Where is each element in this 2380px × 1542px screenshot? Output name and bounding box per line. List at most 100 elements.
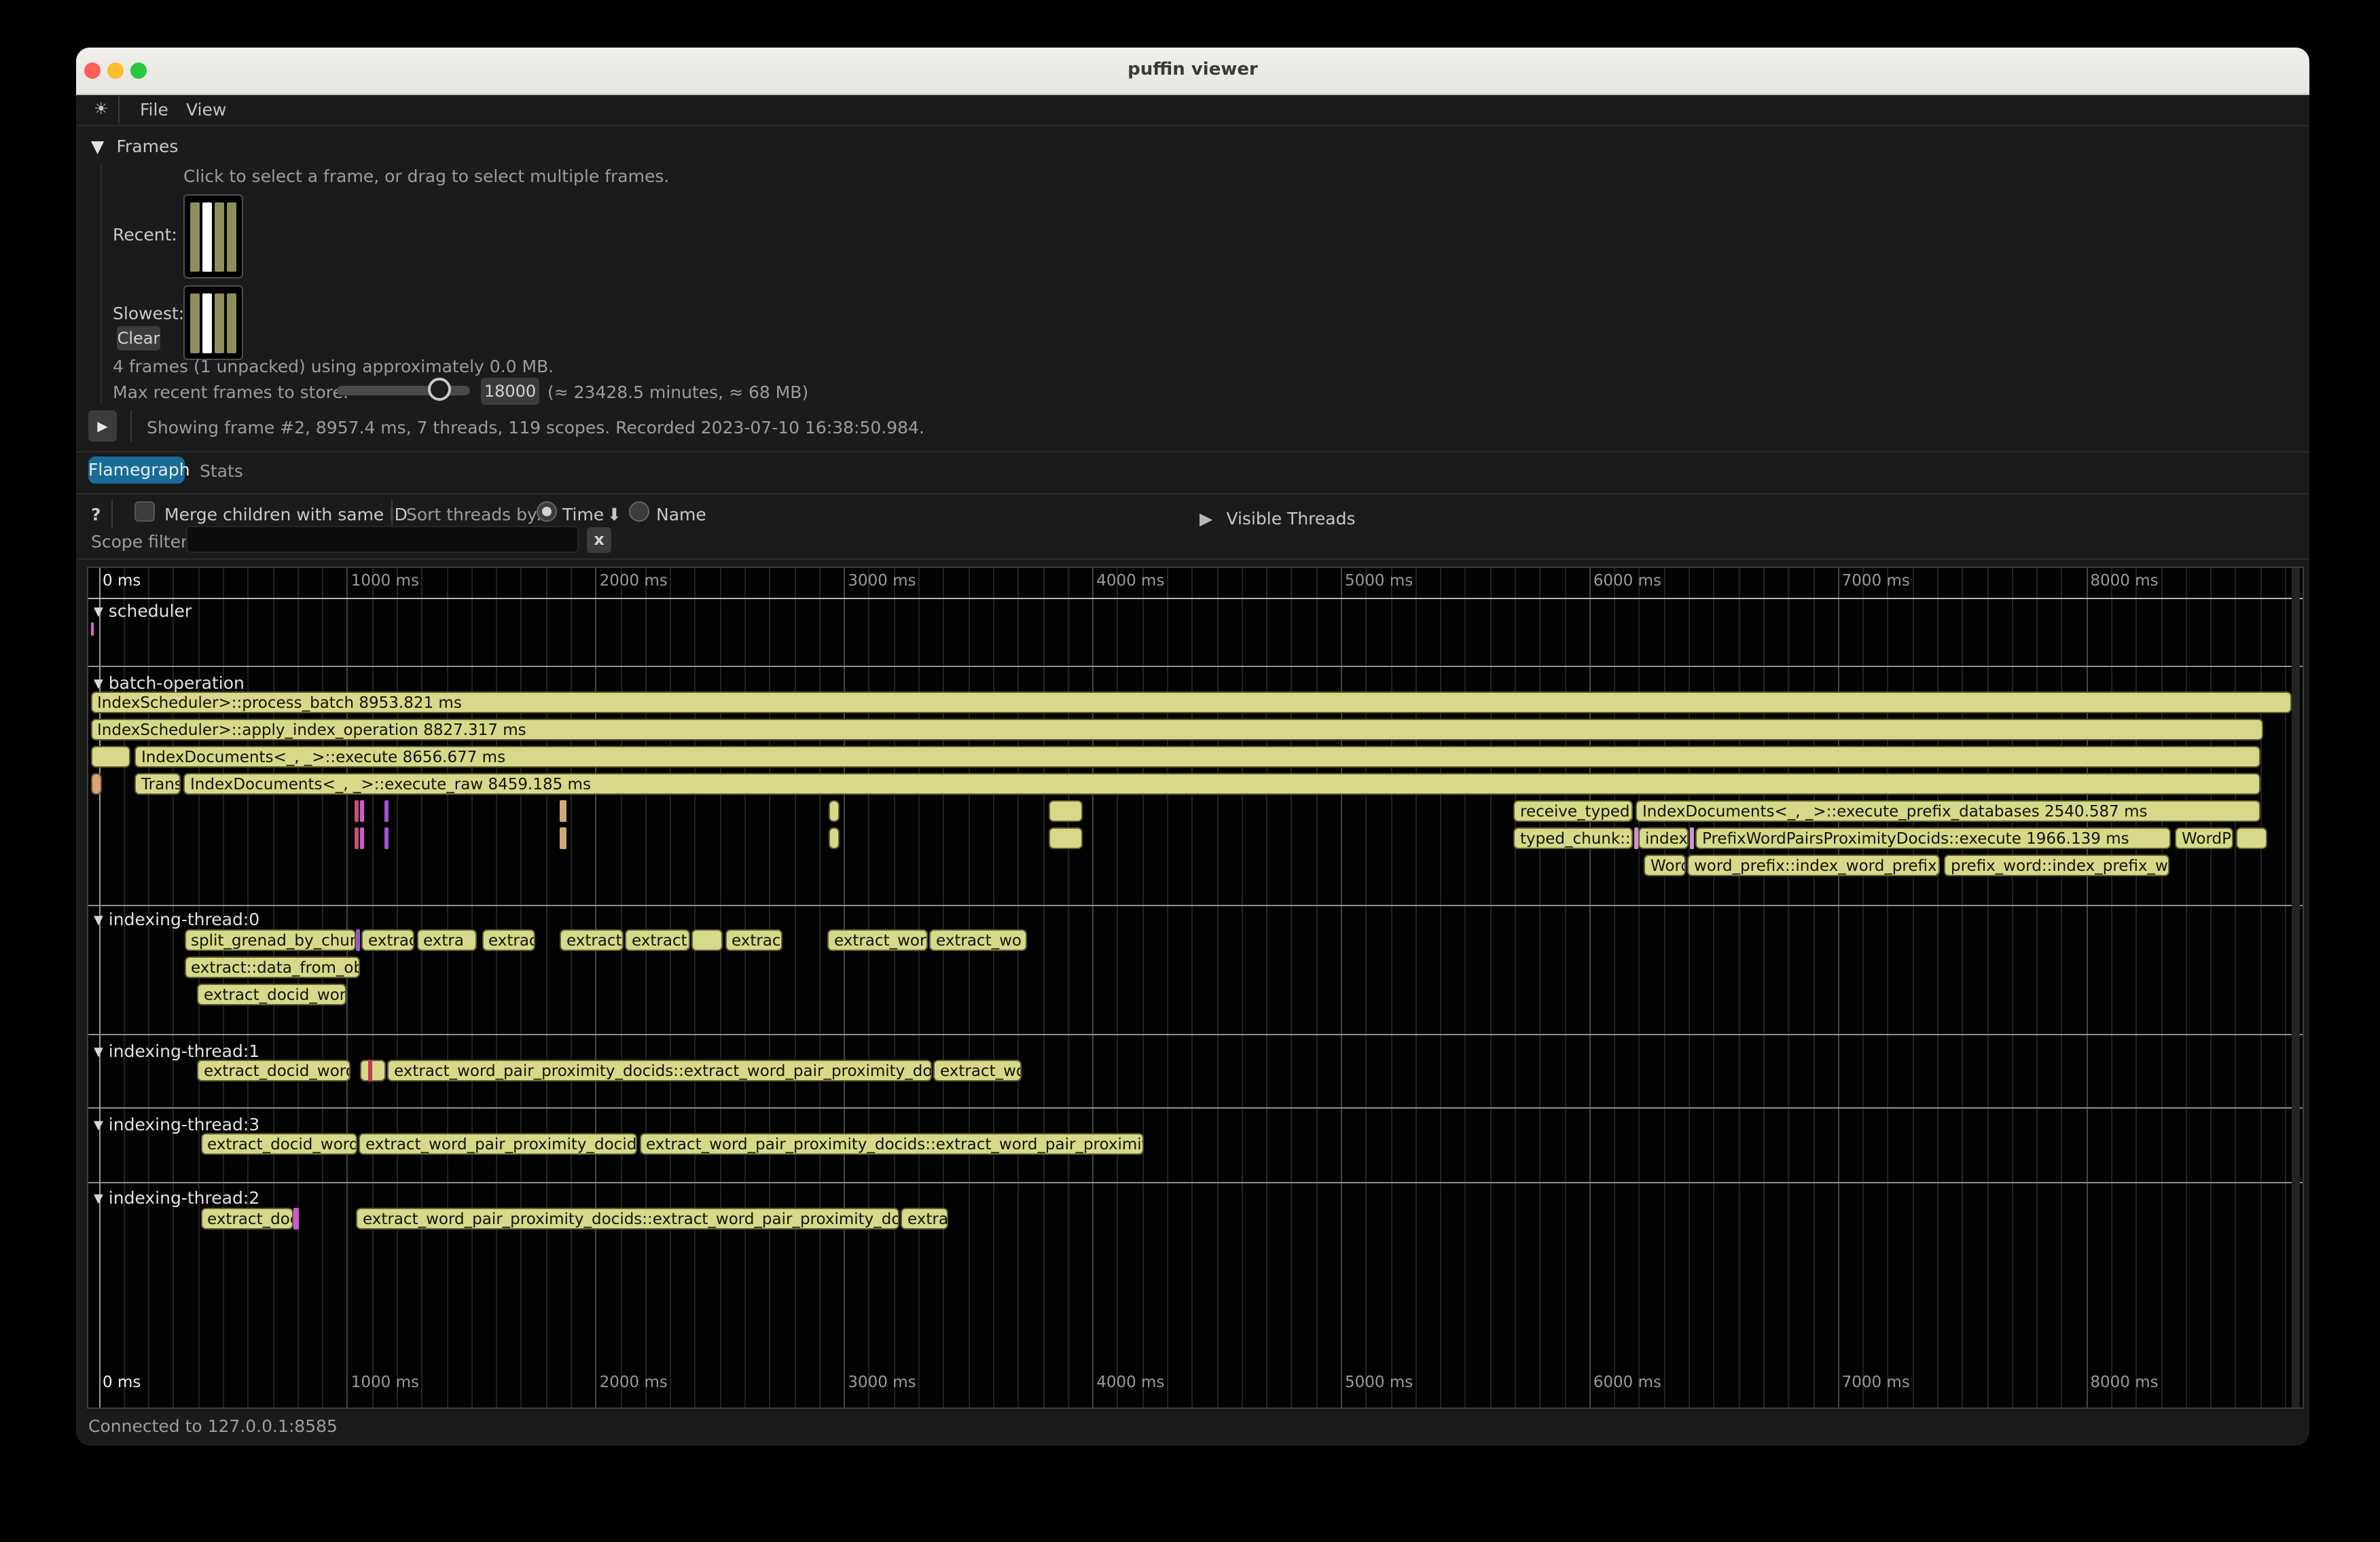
scope-filter-clear-button[interactable]: x — [587, 527, 611, 553]
sort-direction-arrow-icon[interactable]: ⬇ — [607, 504, 621, 524]
collapse-triangle-icon: ▼ — [94, 678, 103, 692]
scope-bar[interactable] — [384, 827, 389, 849]
frame-preview-bar[interactable] — [227, 293, 236, 353]
thread-header[interactable]: ▼ indexing-thread:1 — [94, 1041, 259, 1061]
scope-bar[interactable] — [90, 746, 130, 768]
scope-bar[interactable] — [1049, 827, 1082, 849]
slider-knob[interactable] — [428, 378, 451, 401]
scope-bar[interactable] — [90, 773, 102, 795]
clear-button[interactable]: Clear — [117, 326, 160, 351]
scope-bar[interactable] — [1049, 800, 1082, 822]
tab-flamegraph[interactable]: Flamegraph — [88, 456, 185, 484]
scope-bar[interactable]: typed_chunk::w — [1513, 827, 1633, 849]
recent-frames-thumbnail[interactable] — [183, 194, 243, 279]
scope-bar[interactable] — [1634, 827, 1638, 849]
theme-sun-icon[interactable]: ☀ — [94, 99, 109, 118]
scope-bar[interactable]: extract_docid_word — [200, 1133, 357, 1155]
scope-bar[interactable]: extract_docid_word — [197, 1060, 350, 1081]
scope-bar[interactable] — [1690, 827, 1693, 849]
scope-bar[interactable]: extract_word_pair_proximity_docids::extr… — [387, 1060, 931, 1081]
scope-bar[interactable]: IndexDocuments<_, _>::execute_raw 8459.1… — [183, 773, 2260, 795]
scope-bar[interactable] — [355, 827, 358, 849]
scope-bar[interactable]: extract_docid_word — [197, 984, 346, 1005]
scope-bar[interactable] — [359, 827, 364, 849]
scope-bar[interactable]: word_prefix::index_word_prefix_ — [1687, 855, 1940, 876]
merge-children-checkbox[interactable] — [134, 501, 155, 522]
frame-preview-bar[interactable] — [190, 293, 200, 353]
separator — [76, 493, 2309, 495]
scope-bar[interactable]: extract_doc — [200, 1208, 293, 1230]
scope-bar[interactable] — [90, 622, 94, 636]
scope-bar[interactable]: IndexScheduler>::process_batch 8953.821 … — [90, 692, 2292, 713]
scope-bar[interactable]: split_grenad_by_chun — [184, 929, 355, 951]
scope-bar[interactable]: extract_ — [625, 929, 689, 951]
scope-bar[interactable]: extract_word_pair_proximity_docids::extr… — [356, 1208, 899, 1230]
scope-bar[interactable] — [2236, 827, 2267, 849]
scope-bar[interactable]: receive_typed_ — [1513, 800, 1633, 822]
scope-bar[interactable]: PrefixWordPairsProximityDocids::execute … — [1695, 827, 2171, 849]
frame-preview-bar[interactable] — [215, 202, 224, 272]
scope-bar[interactable] — [359, 1060, 385, 1081]
help-button[interactable]: ? — [91, 504, 101, 524]
scope-bar[interactable]: extra — [416, 929, 477, 951]
flamegraph-canvas[interactable]: ▼ scheduler▼ batch-operationIndexSchedul… — [87, 567, 2304, 1409]
max-frames-value[interactable]: 18000 — [481, 378, 539, 405]
scope-bar[interactable] — [368, 1060, 372, 1081]
scope-bar[interactable]: extrac — [901, 1208, 948, 1230]
scope-filter-input[interactable] — [186, 526, 579, 553]
scope-bar[interactable]: extrac — [482, 929, 535, 951]
scope-bar[interactable]: IndexScheduler>::apply_index_operation 8… — [90, 719, 2263, 740]
menu-item-view[interactable]: View — [186, 99, 226, 120]
scope-bar[interactable] — [829, 800, 839, 822]
tab-stats[interactable]: Stats — [200, 461, 243, 481]
scrollbar[interactable] — [2292, 568, 2300, 1407]
visible-threads-header[interactable]: ▶ Visible Threads — [1200, 504, 1356, 530]
play-button[interactable]: ▶ — [88, 410, 117, 442]
scope-bar[interactable]: WordPr — [2175, 827, 2233, 849]
scope-bar[interactable] — [829, 827, 839, 849]
title-bar[interactable]: puffin viewer — [76, 48, 2309, 95]
thread-header[interactable]: ▼ batch-operation — [94, 673, 245, 693]
scope-bar[interactable]: prefix_word::index_prefix_wo — [1944, 855, 2169, 876]
frame-preview-bar[interactable] — [190, 202, 200, 272]
scope-bar[interactable] — [560, 827, 566, 849]
menu-item-file[interactable]: File — [140, 99, 168, 120]
scope-bar[interactable]: extract::data_from_ob — [184, 956, 359, 978]
slowest-frames-thumbnail[interactable] — [183, 285, 243, 360]
scope-bar[interactable]: IndexDocuments<_, _>::execute_prefix_dat… — [1636, 800, 2260, 822]
scope-bar[interactable]: extract_word — [827, 929, 927, 951]
ruler-tick-label: 7000 ms — [1842, 1372, 1910, 1391]
scope-bar[interactable] — [355, 800, 358, 822]
thread-header[interactable]: ▼ indexing-thread:2 — [94, 1187, 259, 1208]
frame-preview-bar[interactable] — [202, 293, 212, 353]
thread-header[interactable]: ▼ indexing-thread:0 — [94, 909, 259, 929]
scope-bar[interactable]: extract_word_pair_proximity_docids — [359, 1133, 637, 1155]
frame-preview-bar[interactable] — [202, 202, 212, 272]
frames-section-header[interactable]: ▼ Frames — [91, 132, 178, 158]
frame-preview-bar[interactable] — [215, 293, 224, 353]
frame-info-text: Showing frame #2, 8957.4 ms, 7 threads, … — [147, 417, 924, 437]
scope-bar[interactable]: extract_wo — [929, 929, 1026, 951]
thread-name: indexing-thread:0 — [103, 909, 259, 929]
sort-time-radio[interactable] — [537, 501, 557, 522]
scope-bar[interactable]: Word — [1644, 855, 1686, 876]
scope-bar[interactable]: index — [1638, 827, 1689, 849]
scope-bar[interactable] — [359, 800, 364, 822]
scope-bar[interactable]: extract — [725, 929, 782, 951]
separator — [76, 558, 2309, 560]
scope-bar[interactable] — [293, 1208, 298, 1230]
thread-header[interactable]: ▼ scheduler — [94, 600, 192, 621]
scope-bar[interactable] — [691, 929, 723, 951]
scope-bar[interactable]: extract_word_pair_proximity_docids::extr… — [639, 1133, 1143, 1155]
frame-preview-bar[interactable] — [227, 202, 236, 272]
scope-bar[interactable] — [560, 800, 566, 822]
scope-bar[interactable]: extract_ — [560, 929, 623, 951]
scope-bar[interactable]: IndexDocuments<_, _>::execute 8656.677 m… — [134, 746, 2260, 768]
scope-bar[interactable]: extract_wo — [933, 1060, 1022, 1081]
scope-bar[interactable]: Trans — [134, 773, 181, 795]
scope-bar[interactable] — [384, 800, 389, 822]
scope-bar[interactable]: extract — [361, 929, 414, 951]
thread-header[interactable]: ▼ indexing-thread:3 — [94, 1114, 259, 1134]
sort-name-radio[interactable] — [629, 501, 649, 522]
scope-bar[interactable] — [355, 929, 359, 951]
